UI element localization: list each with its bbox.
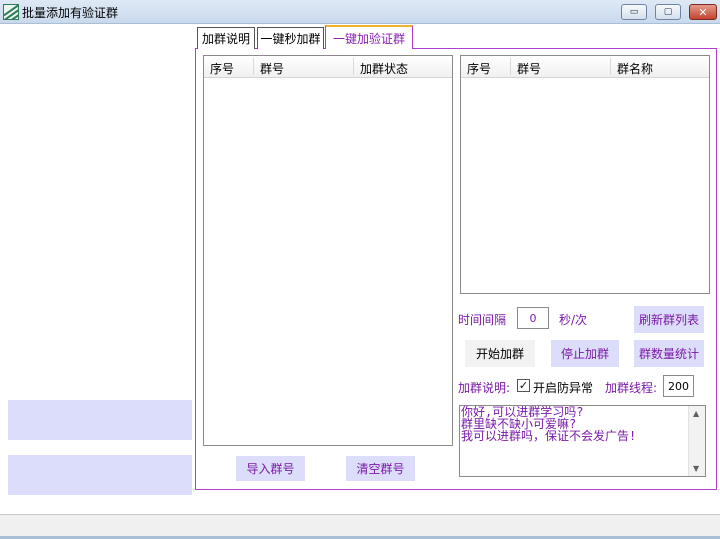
left-panel-box-1 [8, 400, 192, 440]
column-header-group-number[interactable]: 群号 [260, 60, 284, 77]
tab-instant-join[interactable]: 一键秒加群 [257, 27, 324, 49]
group-name-list[interactable]: 序号 群号 群名称 [460, 55, 710, 294]
join-message-textarea[interactable]: 你好,可以进群学习吗? 群里缺不缺小可爱嘛? 我可以进群吗，保证不会发广告! ▲… [459, 405, 706, 477]
join-message-label: 加群说明: [458, 381, 511, 395]
maximize-button[interactable]: ▢ [655, 4, 681, 20]
interval-input[interactable] [517, 307, 549, 329]
column-header-index[interactable]: 序号 [210, 60, 234, 77]
scroll-up-icon[interactable]: ▲ [693, 409, 699, 418]
start-join-button[interactable]: 开始加群 [465, 340, 535, 367]
message-scrollbar[interactable]: ▲ ▼ [688, 406, 705, 476]
interval-label: 时间间隔 [458, 313, 507, 327]
column-header-group-name[interactable]: 群名称 [617, 60, 653, 77]
clear-groups-button[interactable]: 清空群号 [346, 456, 415, 481]
minimize-button[interactable]: ▭ [621, 4, 647, 20]
join-message-text[interactable]: 你好,可以进群学习吗? 群里缺不缺小可爱嘛? 我可以进群吗，保证不会发广告! [461, 406, 687, 442]
thread-count-input[interactable] [663, 375, 694, 397]
thread-count-label: 加群线程: [605, 381, 658, 395]
stop-join-button[interactable]: 停止加群 [551, 340, 619, 367]
tab-join-instructions[interactable]: 加群说明 [197, 27, 255, 49]
column-header-join-status[interactable]: 加群状态 [360, 60, 408, 77]
column-header-index[interactable]: 序号 [467, 60, 491, 77]
group-status-list-header: 序号 群号 加群状态 [204, 56, 452, 78]
app-icon [3, 4, 19, 20]
group-status-list[interactable]: 序号 群号 加群状态 [203, 55, 453, 446]
import-groups-button[interactable]: 导入群号 [236, 456, 305, 481]
anti-abnormal-label[interactable]: 开启防异常 [533, 379, 593, 396]
close-button[interactable]: ✕ [689, 4, 717, 20]
column-header-group-number[interactable]: 群号 [517, 60, 541, 77]
tab-verify-join[interactable]: 一键加验证群 [325, 25, 413, 49]
left-panel-box-2 [8, 455, 192, 495]
interval-unit-label: 秒/次 [559, 313, 588, 327]
anti-abnormal-checkbox[interactable]: ✓ [517, 379, 530, 392]
scroll-down-icon[interactable]: ▼ [693, 464, 699, 473]
refresh-group-list-button[interactable]: 刷新群列表 [634, 306, 704, 333]
group-count-stats-button[interactable]: 群数量统计 [634, 340, 704, 367]
group-name-list-header: 序号 群号 群名称 [461, 56, 709, 78]
window-title: 批量添加有验证群 [22, 6, 119, 20]
